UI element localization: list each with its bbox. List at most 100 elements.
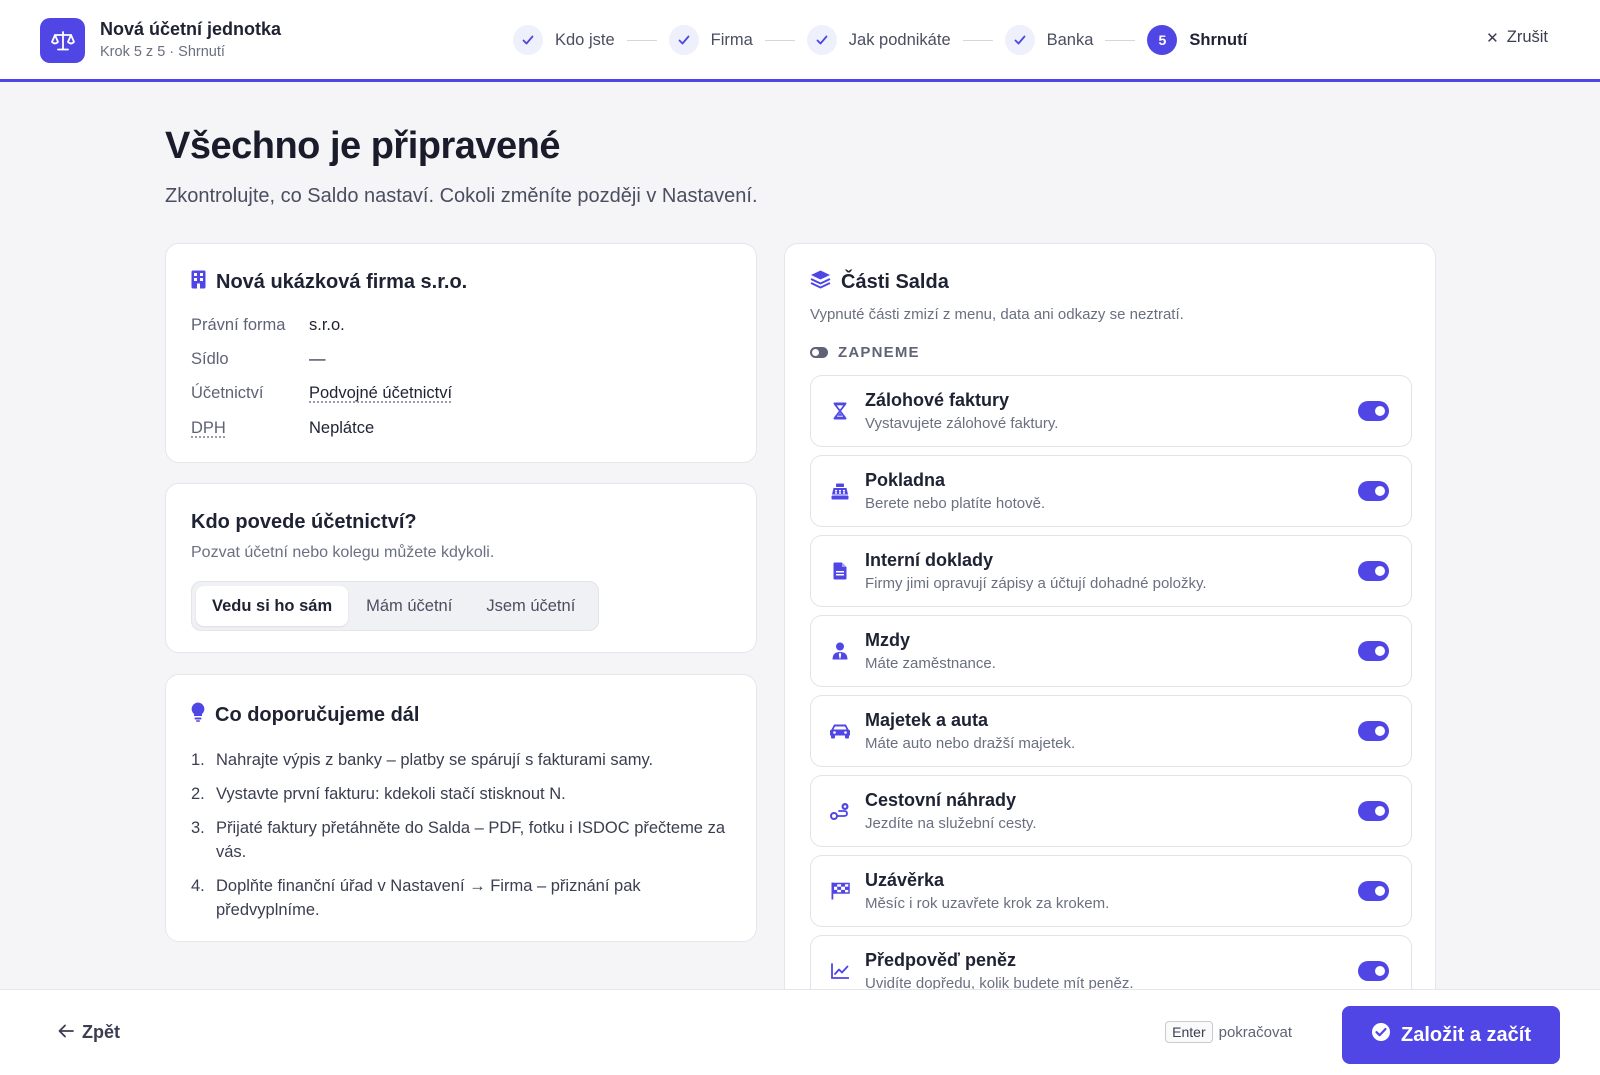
accounting-owner-card: Kdo povede účetnictví? Pozvat účetní neb… (165, 483, 757, 653)
row-key[interactable]: DPH (191, 419, 309, 438)
module-desc: Jezdíte na služební cesty. (865, 815, 1037, 832)
accounting-owner-selector: Vedu si ho sám Mám účetní Jsem účetní (191, 581, 599, 631)
module-uzaverka: Uzávěrka Měsíc i rok uzavřete krok za kr… (810, 855, 1412, 927)
module-desc: Berete nebo platíte hotově. (865, 495, 1046, 512)
row-key: Právní forma (191, 316, 286, 334)
module-name: Pokladna (865, 470, 946, 490)
hint-text: pokračovat (1218, 1023, 1292, 1041)
module-name: Mzdy (865, 630, 910, 650)
tips-title-row: Co doporučujeme dál (191, 702, 419, 728)
check-icon (668, 25, 699, 55)
lightbulb-icon (191, 702, 205, 728)
module-toggle[interactable] (1358, 401, 1389, 421)
company-row-accounting: Účetnictví Podvojné účetnictví (191, 384, 452, 403)
module-toggle[interactable] (1358, 881, 1389, 901)
step-label: Kdo jste (555, 30, 615, 49)
check-icon (1004, 25, 1035, 55)
create-and-start-button[interactable]: Založit a začít (1342, 1006, 1560, 1064)
cancel-label: Zrušit (1506, 28, 1548, 46)
module-name: Předpověď peněz (865, 950, 1016, 970)
row-value[interactable]: Podvojné účetnictví (309, 384, 452, 403)
step-connector (626, 39, 657, 41)
row-value: s.r.o. (309, 316, 345, 334)
list-item: 3. Přijaté faktury přetáhněte do Salda – … (191, 819, 725, 861)
module-pokladna: Pokladna Berete nebo platíte hotově. (810, 455, 1412, 527)
check-icon (513, 25, 543, 55)
wizard-title: Nová účetní jednotka (100, 19, 282, 39)
cancel-button[interactable]: ✕ Zrušit (1486, 28, 1548, 47)
company-card: Nová ukázková firma s.r.o. Právní forma … (165, 243, 757, 463)
tips-list: 1. Nahrajte výpis z banky – platby se spá… (191, 748, 731, 932)
step-label: Banka (1046, 30, 1094, 49)
module-name: Zálohové faktury (865, 390, 1010, 410)
company-row-legal-form: Právní forma s.r.o. (191, 316, 345, 335)
step-connector (764, 39, 795, 41)
step-connector (962, 39, 993, 41)
step-banka[interactable]: Banka (1004, 25, 1094, 55)
module-toggle[interactable] (1358, 481, 1389, 501)
step-label: Jak podnikáte (848, 30, 951, 49)
user-tie-icon (829, 640, 851, 662)
module-cestovni-nahrady: Cestovní náhrady Jezdíte na služební ces… (810, 775, 1412, 847)
module-zalohove-faktury: Zálohové faktury Vystavujete zálohové fa… (810, 375, 1412, 447)
option-self[interactable]: Vedu si ho sám (196, 586, 349, 626)
route-icon (829, 800, 851, 822)
step-kdo-jste[interactable]: Kdo jste (513, 25, 615, 55)
back-label: Zpět (82, 1022, 120, 1042)
top-bar: Nová účetní jednotka Krok 5 z 5 · Shrnut… (0, 0, 1600, 82)
module-desc: Vystavujete zálohové faktury. (865, 415, 1059, 432)
keyboard-hint: Enter pokračovat (1165, 1021, 1292, 1043)
tips-title: Co doporučujeme dál (215, 703, 420, 726)
module-mzdy: Mzdy Máte zaměstnance. (810, 615, 1412, 687)
hourglass-icon (829, 400, 851, 422)
parts-subtitle: Vypnuté části zmizí z menu, data ani odk… (810, 306, 1184, 323)
layers-icon (810, 270, 831, 295)
module-name: Majetek a auta (865, 710, 989, 730)
close-icon: ✕ (1486, 29, 1499, 47)
module-toggle[interactable] (1358, 561, 1389, 581)
building-icon (191, 270, 206, 295)
section-label-text: ZAPNEME (838, 344, 920, 361)
module-name: Uzávěrka (865, 870, 945, 890)
who-title: Kdo povede účetnictví? (191, 511, 417, 533)
option-have-accountant[interactable]: Mám účetní (350, 586, 468, 626)
module-toggle[interactable] (1358, 961, 1389, 981)
company-row-address: Sídlo — (191, 350, 326, 369)
document-icon (829, 560, 851, 582)
car-icon (829, 720, 851, 742)
module-desc: Měsíc i rok uzavřete krok za krokem. (865, 895, 1110, 912)
list-item: 1. Nahrajte výpis z banky – platby se spá… (191, 751, 654, 769)
row-value: Neplátce (309, 419, 375, 437)
page-title: Všechno je připravené (165, 125, 561, 167)
module-toggle[interactable] (1358, 801, 1389, 821)
check-circle-icon (1371, 1022, 1391, 1048)
parts-title: Části Salda (841, 271, 949, 293)
row-key: Sídlo (191, 350, 229, 368)
list-item: 4. Doplňte finanční úřad v Nastavení → Fi… (191, 877, 641, 919)
back-button[interactable]: Zpět (58, 1022, 120, 1043)
check-icon (806, 25, 837, 55)
step-shrnuti: 5 Shrnutí (1147, 25, 1247, 55)
company-name: Nová ukázková firma s.r.o. (216, 271, 468, 293)
section-label: ZAPNEME (810, 344, 920, 361)
step-number: 5 (1147, 25, 1178, 55)
stepper: Kdo jste Firma Jak podnikáte Banka 5 Shr… (513, 24, 1247, 56)
module-toggle[interactable] (1358, 721, 1389, 741)
who-subtitle: Pozvat účetní nebo kolegu můžete kdykoli… (191, 544, 495, 561)
module-toggle[interactable] (1358, 641, 1389, 661)
chart-line-icon (829, 960, 851, 982)
recommendations-card: Co doporučujeme dál 1. Nahrajte výpis z b… (165, 674, 757, 942)
footer-bar: Zpět Enter pokračovat Založit a začít (0, 989, 1600, 1075)
toggle-icon (810, 347, 828, 358)
step-label: Firma (710, 30, 753, 49)
option-am-accountant[interactable]: Jsem účetní (470, 586, 591, 626)
row-key: Účetnictví (191, 384, 264, 402)
module-name: Interní doklady (865, 550, 994, 570)
enter-key: Enter (1165, 1021, 1213, 1043)
step-jak-podnikate[interactable]: Jak podnikáte (806, 25, 951, 55)
step-firma[interactable]: Firma (668, 25, 753, 55)
checkered-flag-icon (829, 880, 851, 902)
row-value: — (309, 350, 326, 368)
primary-label: Založit a začít (1400, 1023, 1532, 1046)
module-interni-doklady: Interní doklady Firmy jimi opravují zápi… (810, 535, 1412, 607)
